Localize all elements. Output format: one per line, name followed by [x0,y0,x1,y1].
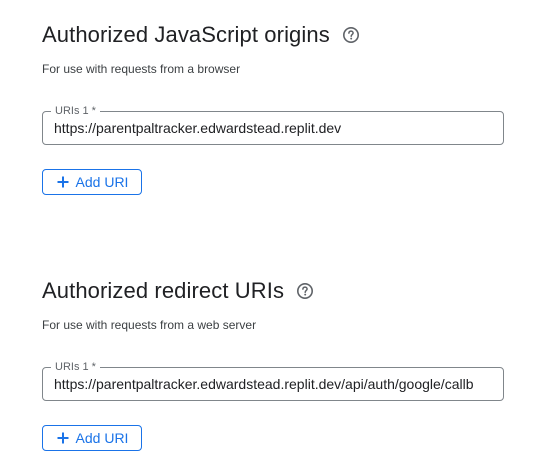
redirect-uris-title: Authorized redirect URIs [42,278,285,303]
js-origins-title: Authorized JavaScript origins [42,22,330,47]
plus-icon [56,431,70,445]
js-origin-uri-input[interactable] [44,113,502,143]
add-js-origin-uri-button[interactable]: Add URI [42,169,142,195]
redirect-uris-title-row: Authorized redirect URIs [42,276,507,306]
add-uri-label: Add URI [75,430,129,446]
help-circle-icon[interactable] [294,280,316,302]
add-redirect-uri-button[interactable]: Add URI [42,425,142,451]
redirect-uris-section: Authorized redirect URIs For use with re… [42,276,507,451]
plus-icon [56,175,70,189]
help-circle-icon[interactable] [340,24,362,46]
redirect-uri-field[interactable]: URIs 1 * [42,360,504,401]
js-origins-section: Authorized JavaScript origins For use wi… [42,20,507,195]
js-origins-title-row: Authorized JavaScript origins [42,20,507,50]
redirect-uri-input[interactable] [44,369,502,399]
add-uri-label: Add URI [75,174,129,190]
js-origin-uri-field[interactable]: URIs 1 * [42,104,504,145]
redirect-uris-subtitle: For use with requests from a web server [42,318,257,332]
js-origins-subtitle: For use with requests from a browser [42,62,241,76]
